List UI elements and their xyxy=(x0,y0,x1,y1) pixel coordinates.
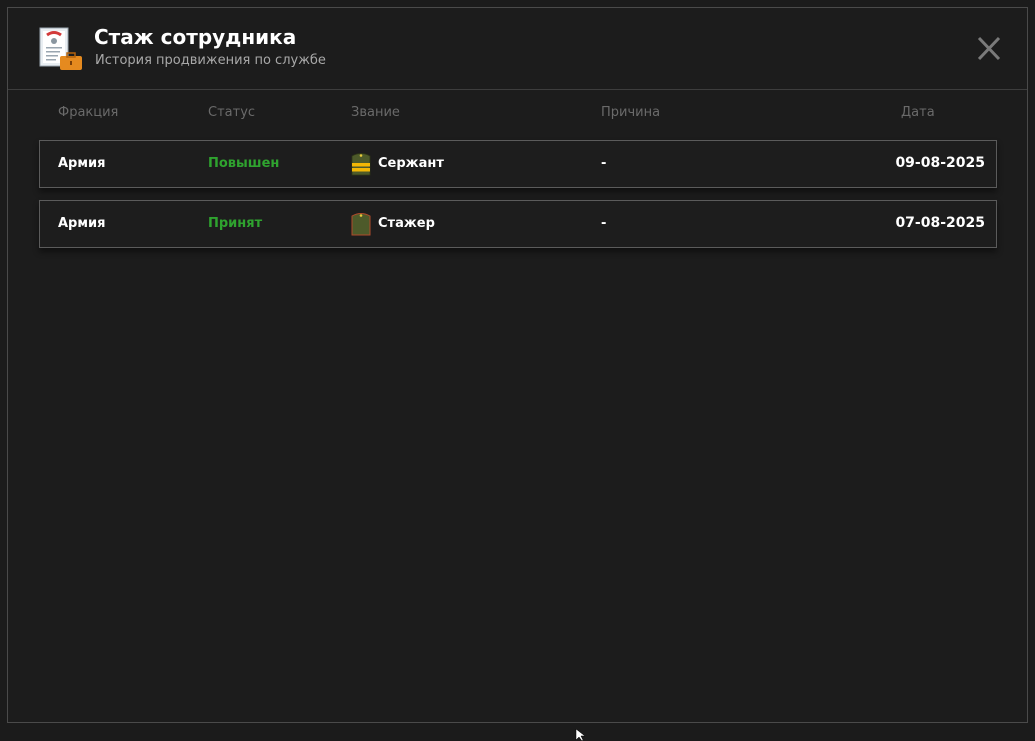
column-status: Статус xyxy=(208,105,256,120)
column-reason: Причина xyxy=(601,105,661,120)
rank-cell: Стажер xyxy=(378,216,435,231)
sergeant-shoulder-strap-icon xyxy=(351,153,371,176)
document-briefcase-icon xyxy=(39,27,82,70)
trainee-shoulder-strap-icon xyxy=(351,213,371,236)
mouse-cursor-icon xyxy=(575,729,586,741)
table-row[interactable]: Армия Принят Стажер - 07-08-2025 xyxy=(39,200,997,248)
date-cell: 09-08-2025 xyxy=(895,155,985,171)
close-icon[interactable] xyxy=(970,32,1008,66)
window-title: Стаж сотрудника xyxy=(94,25,297,49)
reason-cell: - xyxy=(601,216,607,231)
date-cell: 07-08-2025 xyxy=(895,215,985,231)
window-subtitle: История продвижения по службе xyxy=(95,53,326,68)
table-header: Фракция Статус Звание Причина Дата xyxy=(8,105,1027,125)
status-cell: Повышен xyxy=(208,156,280,171)
staff-history-window: Стаж сотрудника История продвижения по с… xyxy=(7,7,1028,723)
column-faction: Фракция xyxy=(58,105,119,120)
column-date: Дата xyxy=(901,105,935,120)
rank-cell: Сержант xyxy=(378,156,444,171)
faction-cell: Армия xyxy=(58,216,106,231)
column-rank: Звание xyxy=(351,105,400,120)
table-row[interactable]: Армия Повышен Сержант - 09-08-2025 xyxy=(39,140,997,188)
status-cell: Принят xyxy=(208,216,263,231)
reason-cell: - xyxy=(601,156,607,171)
window-header: Стаж сотрудника История продвижения по с… xyxy=(8,8,1027,90)
faction-cell: Армия xyxy=(58,156,106,171)
